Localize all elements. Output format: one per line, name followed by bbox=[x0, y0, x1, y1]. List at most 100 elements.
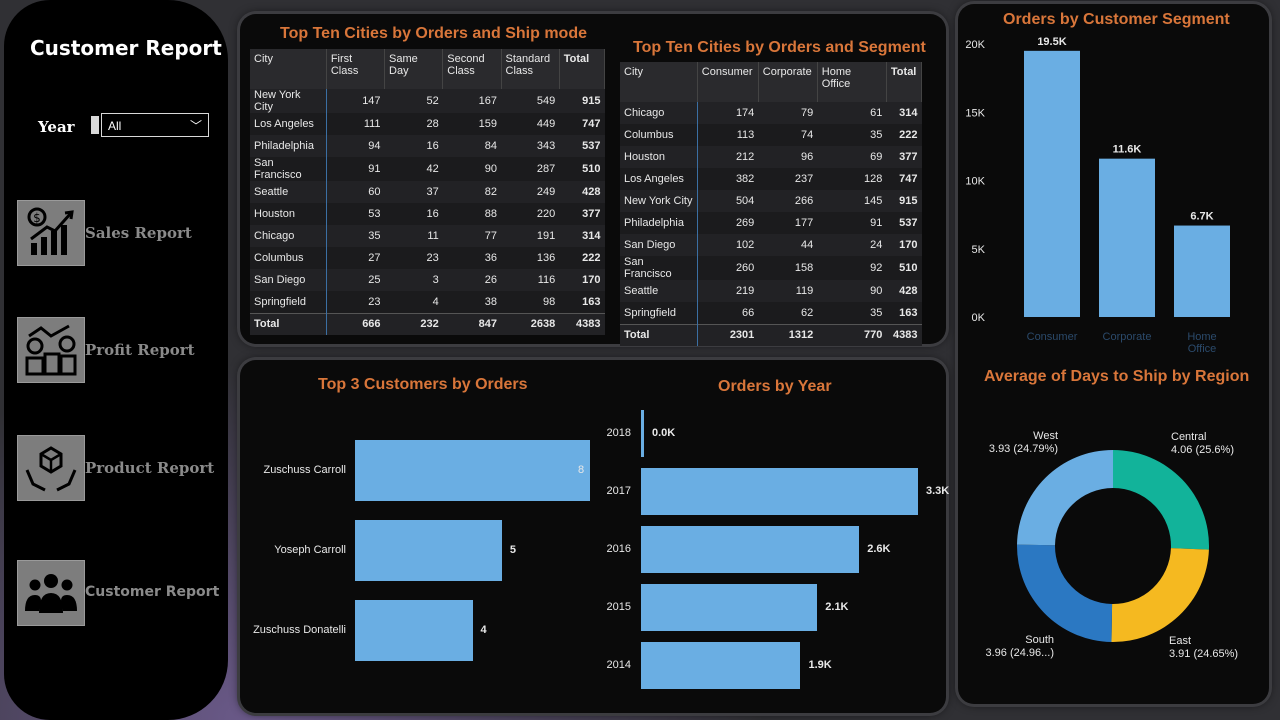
bar-data-label: 4 bbox=[480, 623, 487, 636]
nav-customer-report[interactable]: Customer Report bbox=[17, 560, 227, 628]
table-cell: 219 bbox=[697, 280, 759, 302]
table-row: Chicago 174 79 61 314 bbox=[620, 102, 922, 124]
table-cell: 504 bbox=[697, 190, 759, 212]
table-cell: 428 bbox=[559, 181, 605, 203]
table-cell: 287 bbox=[501, 157, 560, 181]
column-header[interactable]: Total bbox=[886, 62, 923, 102]
table-cell: 23 bbox=[384, 247, 443, 269]
table-cell: 269 bbox=[697, 212, 759, 234]
nav-profit-report[interactable]: Profit Report bbox=[17, 317, 227, 385]
table-cell: 260 bbox=[697, 256, 759, 280]
table-cell: 220 bbox=[501, 203, 560, 225]
table-cell: 163 bbox=[559, 291, 605, 313]
column-header[interactable]: First Class bbox=[326, 49, 386, 89]
bar[interactable] bbox=[641, 642, 801, 689]
table-cell: 91 bbox=[326, 157, 385, 181]
table-cell: 212 bbox=[697, 146, 759, 168]
sidebar: Customer Report Year All ﹀ $ Sales Repor… bbox=[4, 0, 228, 720]
bar[interactable] bbox=[355, 440, 590, 501]
table-row: New York City 147 52 167 549 915 bbox=[250, 89, 605, 113]
column-header[interactable]: Home Office bbox=[817, 62, 887, 102]
bar[interactable] bbox=[641, 584, 818, 631]
table-cell: 52 bbox=[384, 89, 443, 113]
svg-text:$: $ bbox=[33, 211, 41, 225]
table-cell: 90 bbox=[817, 280, 887, 302]
table-total-cell: 2301 bbox=[697, 323, 759, 346]
y-tick-label: 0K bbox=[972, 312, 986, 324]
table-cell: 915 bbox=[886, 190, 922, 212]
table-cell: 537 bbox=[559, 135, 605, 157]
table-total-cell: 666 bbox=[326, 312, 385, 335]
table-cell: 26 bbox=[442, 269, 502, 291]
product-box-icon bbox=[17, 435, 85, 501]
table-cell: 90 bbox=[442, 157, 502, 181]
table-cell: San Francisco bbox=[250, 157, 327, 181]
bar-data-label: 1.9K bbox=[808, 658, 832, 671]
slicer-handle[interactable] bbox=[91, 116, 99, 134]
table-row: Columbus 27 23 36 136 222 bbox=[250, 247, 605, 269]
segment-bar[interactable] bbox=[1174, 225, 1230, 317]
table-cell: 77 bbox=[442, 225, 502, 247]
table-total-cell: 4383 bbox=[559, 312, 605, 335]
table-cell: 3 bbox=[384, 269, 443, 291]
bar[interactable] bbox=[641, 410, 644, 457]
table-cell: Columbus bbox=[250, 247, 327, 269]
donut-slice-south[interactable] bbox=[1017, 544, 1113, 642]
top-customers-title: Top 3 Customers by Orders bbox=[318, 376, 528, 393]
y-tick-label: 20K bbox=[965, 39, 985, 51]
column-header[interactable]: Total bbox=[559, 49, 606, 89]
table-total-row: Total 666 232 847 2638 4383 bbox=[250, 312, 605, 335]
table-cell: 145 bbox=[817, 190, 887, 212]
segment-bar[interactable] bbox=[1024, 50, 1080, 317]
x-category-label: Home bbox=[1187, 331, 1216, 343]
table-header-row: City First Class Same Day Second Class Stand… bbox=[250, 49, 606, 89]
column-header[interactable]: Standard Class bbox=[501, 49, 560, 89]
bar-data-label: 8 bbox=[578, 463, 585, 476]
donut-slice-value: 3.96 (24.96...) bbox=[986, 647, 1055, 659]
column-header[interactable]: Consumer bbox=[697, 62, 759, 102]
table-cell: 177 bbox=[758, 212, 818, 234]
sales-chart-icon: $ bbox=[17, 200, 85, 266]
table-cell: Chicago bbox=[620, 102, 698, 124]
bar[interactable] bbox=[641, 526, 860, 573]
table-cell: San Francisco bbox=[620, 256, 698, 280]
table-cell: 747 bbox=[559, 113, 605, 135]
segment-bar[interactable] bbox=[1099, 158, 1155, 317]
donut-slice-value: 4.06 (25.6%) bbox=[1171, 444, 1234, 456]
column-header[interactable]: Corporate bbox=[758, 62, 818, 102]
x-category-label: Office bbox=[1188, 343, 1217, 354]
table-cell: 191 bbox=[501, 225, 560, 247]
bar[interactable] bbox=[355, 520, 502, 581]
table-header-row: City Consumer Corporate Home Office Total bbox=[620, 62, 923, 102]
column-header[interactable]: City bbox=[620, 62, 698, 102]
table-row: Seattle 219 119 90 428 bbox=[620, 280, 922, 302]
table-cell: 35 bbox=[817, 302, 887, 324]
bar[interactable] bbox=[641, 468, 918, 515]
nav-sales-report[interactable]: $ Sales Report bbox=[17, 200, 227, 268]
column-header[interactable]: Same Day bbox=[384, 49, 444, 89]
bar-category-label: 2018 bbox=[606, 426, 631, 439]
year-dropdown-value: All bbox=[108, 119, 122, 133]
segment-table: City Consumer Corporate Home Office Total Chi… bbox=[620, 62, 923, 346]
bar-category-label: 2017 bbox=[606, 484, 631, 497]
table-cell: Seattle bbox=[620, 280, 698, 302]
donut-slice-west[interactable] bbox=[1017, 450, 1113, 546]
bar[interactable] bbox=[355, 600, 473, 661]
donut-slice-central[interactable] bbox=[1113, 450, 1209, 550]
table-cell: 35 bbox=[817, 124, 887, 146]
bar-category-label: Zuschuss Carroll bbox=[263, 463, 346, 476]
table-cell: 28 bbox=[384, 113, 443, 135]
donut-slice-east[interactable] bbox=[1111, 548, 1209, 642]
table-cell: Chicago bbox=[250, 225, 327, 247]
table-cell: 60 bbox=[326, 181, 385, 203]
bar-data-label: 5 bbox=[509, 543, 516, 556]
nav-customer-label: Customer Report bbox=[85, 584, 220, 600]
year-dropdown[interactable]: All ﹀ bbox=[101, 113, 209, 137]
table-cell: 159 bbox=[442, 113, 502, 135]
column-header[interactable]: City bbox=[250, 49, 327, 89]
column-header[interactable]: Second Class bbox=[442, 49, 502, 89]
chevron-down-icon: ﹀ bbox=[189, 119, 202, 133]
nav-product-report[interactable]: Product Report bbox=[17, 435, 227, 503]
table-cell: 11 bbox=[384, 225, 443, 247]
year-label: Year bbox=[38, 118, 75, 136]
